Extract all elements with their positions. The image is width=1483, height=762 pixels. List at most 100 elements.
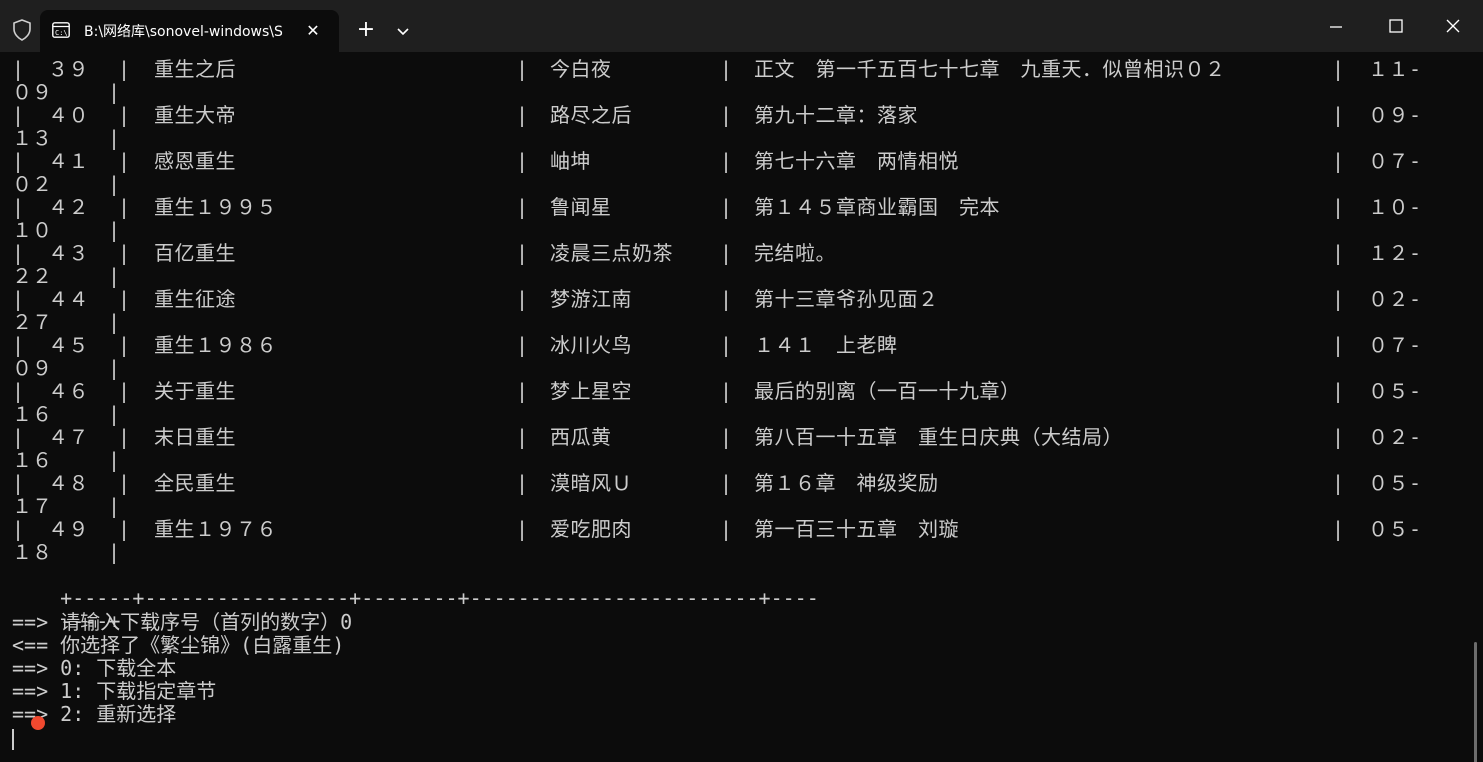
column-separator: |: [516, 103, 529, 127]
column-separator: |: [516, 471, 529, 495]
column-separator: |: [516, 425, 529, 449]
column-separator: |: [118, 333, 131, 357]
update-date-part: １６: [12, 448, 52, 472]
table-row: | ４３ | 百亿重生 | 凌晨三点奶茶 | 完结啦。 | １２-: [0, 242, 1460, 265]
book-author: 漠暗风Ｕ: [550, 471, 632, 495]
book-author: 今白夜: [550, 57, 612, 81]
row-number: ４０: [48, 103, 89, 127]
column-separator: |: [720, 425, 733, 449]
text-cursor[interactable]: [12, 729, 14, 750]
prompt-line: ==> 请输入下载序号（首列的数字）0: [12, 610, 353, 634]
column-separator: |: [1332, 57, 1345, 81]
update-date-part: １８: [12, 540, 52, 564]
latest-chapter: 第一百三十五章 刘璇: [754, 517, 959, 541]
book-author: 岫坤: [550, 149, 591, 173]
book-author: 凌晨三点奶茶: [550, 241, 673, 265]
update-date-part: ０９-: [1368, 103, 1422, 127]
update-date-part: １３: [12, 126, 52, 150]
latest-chapter: 第九十二章：落家: [754, 103, 918, 127]
column-separator: |: [516, 57, 529, 81]
recording-indicator: [31, 716, 45, 730]
column-separator: |: [516, 379, 529, 403]
latest-chapter: 完结啦。: [754, 241, 836, 265]
update-date-part: １０-: [1368, 195, 1422, 219]
scrollbar-thumb[interactable]: [1474, 642, 1477, 762]
column-separator: |: [108, 218, 121, 242]
update-date-part: ０５-: [1368, 471, 1422, 495]
update-date-part: ０７-: [1368, 333, 1422, 357]
table-row: | ３９ | 重生之后 | 今白夜 | 正文 第一千五百七十七章 九重天．似曾相识０２ | １１-: [0, 58, 1460, 81]
column-separator: |: [1332, 425, 1345, 449]
column-separator: |: [516, 517, 529, 541]
book-author: 鲁闻星: [550, 195, 612, 219]
latest-chapter: 第１４５章商业霸国 完本: [754, 195, 1000, 219]
update-date-part: ０２: [12, 172, 52, 196]
book-author: 爱吃肥肉: [550, 517, 632, 541]
terminal-output[interactable]: | ３９ | 重生之后 | 今白夜 | 正文 第一千五百七十七章 九重天．似曾相识０２ | １１-…: [0, 52, 1483, 762]
latest-chapter: 正文 第一千五百七十七章 九重天．似曾相识０２: [754, 57, 1226, 81]
minimize-icon[interactable]: [1321, 12, 1351, 42]
column-separator: |: [108, 264, 121, 288]
column-separator: |: [12, 425, 25, 449]
book-title: 感恩重生: [154, 149, 236, 173]
book-title: 全民重生: [154, 471, 236, 495]
column-separator: |: [12, 471, 25, 495]
row-number: ４２: [48, 195, 89, 219]
update-date-part: １２-: [1368, 241, 1422, 265]
column-separator: |: [118, 379, 131, 403]
svg-text:C:\: C:\: [55, 29, 68, 37]
column-separator: |: [12, 57, 25, 81]
book-title: 重生１９７６: [154, 517, 277, 541]
row-number: ４９: [48, 517, 89, 541]
column-separator: |: [108, 80, 121, 104]
column-separator: |: [516, 195, 529, 219]
book-title: 重生１９８６: [154, 333, 277, 357]
chevron-down-icon[interactable]: [394, 22, 412, 40]
column-separator: |: [12, 195, 25, 219]
book-author: 西瓜黄: [550, 425, 612, 449]
table-border: +-----+-----------------+--------+------…: [60, 586, 819, 610]
column-separator: |: [108, 448, 121, 472]
column-separator: |: [1332, 379, 1345, 403]
update-date-part: ０５-: [1368, 517, 1422, 541]
maximize-icon[interactable]: [1381, 12, 1411, 42]
column-separator: |: [1332, 517, 1345, 541]
table-row: | ４８ | 全民重生 | 漠暗风Ｕ | 第１６章 神级奖励 | ０５-: [0, 472, 1460, 495]
column-separator: |: [12, 517, 25, 541]
column-separator: |: [720, 333, 733, 357]
book-author: 冰川火鸟: [550, 333, 632, 357]
column-separator: |: [118, 241, 131, 265]
column-separator: |: [516, 333, 529, 357]
table-row: | ４０ | 重生大帝 | 路尽之后 | 第九十二章：落家 | ０９-: [0, 104, 1460, 127]
row-number: ４８: [48, 471, 89, 495]
update-date-part: ２７: [12, 310, 52, 334]
tab-terminal[interactable]: C:\ B:\网络库\sonovel-windows\S ✕: [40, 10, 339, 52]
table-row: | ４９ | 重生１９７６ | 爱吃肥肉 | 第一百三十五章 刘璇 | ０５-: [0, 518, 1460, 541]
column-separator: |: [720, 379, 733, 403]
column-separator: |: [720, 103, 733, 127]
row-number: ４６: [48, 379, 89, 403]
column-separator: |: [12, 103, 25, 127]
column-separator: |: [516, 241, 529, 265]
column-separator: |: [1332, 333, 1345, 357]
close-icon[interactable]: [1438, 12, 1468, 42]
column-separator: |: [12, 241, 25, 265]
column-separator: |: [108, 172, 121, 196]
book-title: 百亿重生: [154, 241, 236, 265]
new-tab-button[interactable]: +: [354, 19, 378, 43]
table-border-top-line: +-----+-----------------+--------+------…: [12, 564, 819, 610]
update-date-part: ０５-: [1368, 379, 1422, 403]
book-author: 路尽之后: [550, 103, 632, 127]
latest-chapter: 第八百一十五章 重生日庆典（大结局）: [754, 425, 1123, 449]
book-author: 梦上星空: [550, 379, 632, 403]
column-separator: |: [118, 195, 131, 219]
book-title: 重生１９９５: [154, 195, 277, 219]
tab-close-button[interactable]: ✕: [289, 21, 323, 41]
column-separator: |: [118, 287, 131, 311]
row-number: ４１: [48, 149, 89, 173]
column-separator: |: [516, 287, 529, 311]
latest-chapter: 最后的别离（一百一十九章）: [754, 379, 1021, 403]
shield-icon[interactable]: [12, 19, 32, 41]
update-date-part: ０９: [12, 356, 52, 380]
book-author: 梦游江南: [550, 287, 632, 311]
